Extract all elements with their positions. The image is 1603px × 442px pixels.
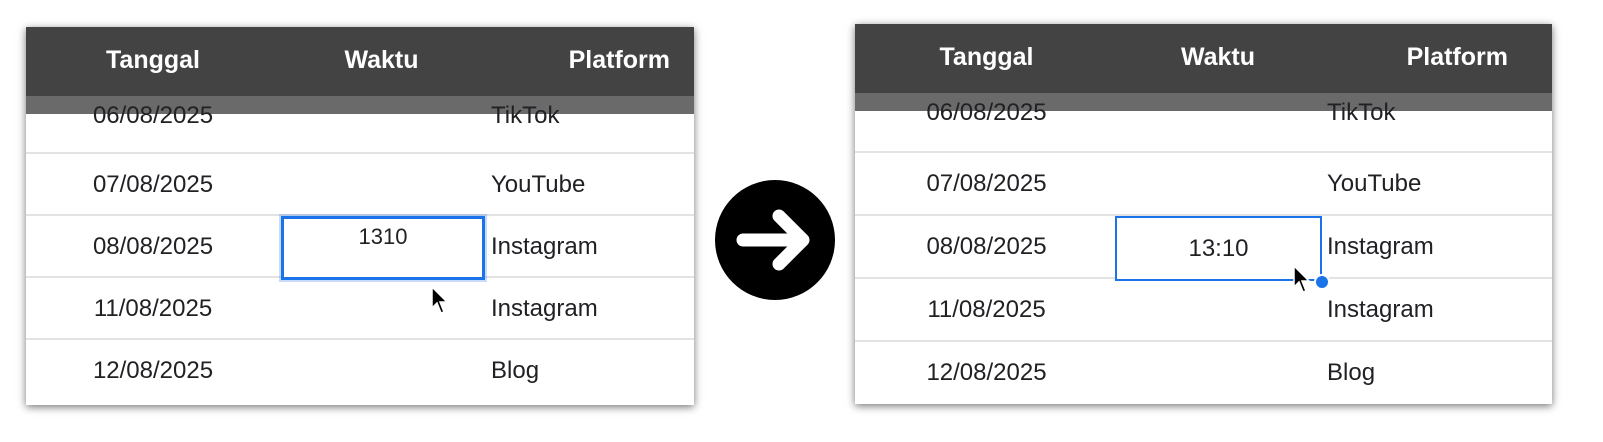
header-row: Tanggal Waktu Platform	[855, 24, 1552, 93]
cell-date[interactable]: 08/08/2025	[26, 216, 280, 278]
table-row: 07/08/2025 YouTube	[855, 151, 1552, 215]
arrow-right-glyph	[736, 209, 810, 271]
selected-cell-time[interactable]: 13:10	[1115, 216, 1322, 281]
cell-platform[interactable]: Blog	[491, 340, 681, 402]
column-header-platform[interactable]: Platform	[569, 27, 670, 96]
arrow-right-icon	[715, 180, 835, 300]
cell-time[interactable]	[1115, 153, 1321, 215]
cell-time[interactable]	[280, 278, 483, 340]
cell-time[interactable]	[280, 154, 483, 216]
cell-platform[interactable]: Instagram	[491, 216, 681, 278]
cell-platform[interactable]: Blog	[1327, 342, 1527, 404]
column-header-platform[interactable]: Platform	[1407, 24, 1508, 93]
cell-date[interactable]: 12/08/2025	[26, 340, 280, 402]
cell-time[interactable]	[1115, 279, 1321, 341]
header-row: Tanggal Waktu Platform	[26, 27, 694, 96]
table-row: 12/08/2025 Blog	[855, 340, 1552, 404]
cell-platform[interactable]: Instagram	[491, 278, 681, 340]
column-header-date[interactable]: Tanggal	[26, 27, 280, 96]
cell-date[interactable]: 07/08/2025	[855, 153, 1118, 215]
mouse-pointer-icon	[431, 286, 449, 314]
sheet-after: Tanggal Waktu Platform 06/08/2025 TikTok…	[855, 24, 1552, 404]
cell-date[interactable]: 06/08/2025	[855, 101, 1118, 133]
cell-platform[interactable]: YouTube	[491, 154, 681, 216]
fill-handle-icon[interactable]	[1314, 274, 1330, 290]
cell-date[interactable]: 08/08/2025	[855, 216, 1118, 278]
cell-platform[interactable]: TikTok	[491, 104, 681, 136]
cell-date[interactable]: 11/08/2025	[26, 278, 280, 340]
cell-platform[interactable]: TikTok	[1327, 101, 1527, 133]
cell-platform[interactable]: Instagram	[1327, 216, 1527, 278]
cell-editor-time[interactable]: 1310	[281, 216, 485, 280]
cell-platform[interactable]: Instagram	[1327, 279, 1527, 341]
table-row: 07/08/2025 YouTube	[26, 152, 694, 216]
table-row: 11/08/2025 Instagram	[855, 277, 1552, 341]
cell-date[interactable]: 12/08/2025	[855, 342, 1118, 404]
column-header-time[interactable]: Waktu	[1115, 24, 1321, 93]
cell-time[interactable]	[1115, 342, 1321, 404]
cell-time[interactable]	[280, 340, 483, 402]
column-header-date[interactable]: Tanggal	[855, 24, 1118, 93]
cell-date[interactable]: 06/08/2025	[26, 104, 280, 136]
column-header-time[interactable]: Waktu	[280, 27, 483, 96]
cell-date[interactable]: 07/08/2025	[26, 154, 280, 216]
sheet-before: Tanggal Waktu Platform 06/08/2025 TikTok…	[26, 27, 694, 405]
cell-date[interactable]: 11/08/2025	[855, 279, 1118, 341]
mouse-pointer-icon	[1293, 265, 1311, 293]
table-row: 12/08/2025 Blog	[26, 338, 694, 402]
table-row: 11/08/2025 Instagram	[26, 276, 694, 340]
cell-platform[interactable]: YouTube	[1327, 153, 1527, 215]
